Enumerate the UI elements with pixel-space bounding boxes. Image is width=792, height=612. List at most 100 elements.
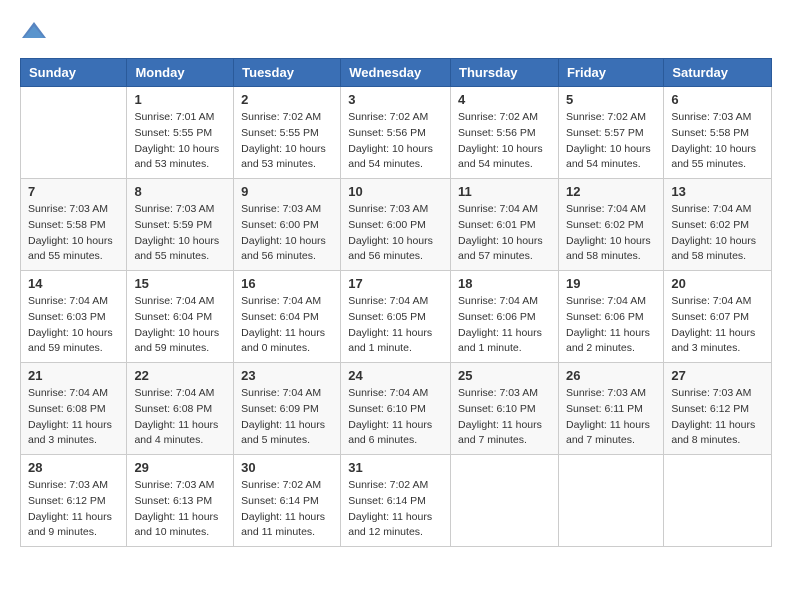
day-number: 7 xyxy=(28,184,119,199)
day-number: 20 xyxy=(671,276,764,291)
day-number: 11 xyxy=(458,184,551,199)
day-number: 19 xyxy=(566,276,656,291)
day-number: 23 xyxy=(241,368,333,383)
calendar-cell xyxy=(21,87,127,179)
day-info: Sunrise: 7:03 AM Sunset: 5:58 PM Dayligh… xyxy=(671,110,764,173)
day-number: 29 xyxy=(134,460,226,475)
day-number: 31 xyxy=(348,460,443,475)
calendar-cell: 20 Sunrise: 7:04 AM Sunset: 6:07 PM Dayli… xyxy=(664,271,772,363)
day-number: 22 xyxy=(134,368,226,383)
calendar-cell xyxy=(451,455,559,547)
day-number: 9 xyxy=(241,184,333,199)
calendar-cell xyxy=(664,455,772,547)
day-number: 13 xyxy=(671,184,764,199)
calendar-cell: 5 Sunrise: 7:02 AM Sunset: 5:57 PM Daylig… xyxy=(558,87,663,179)
day-number: 5 xyxy=(566,92,656,107)
day-number: 3 xyxy=(348,92,443,107)
day-info: Sunrise: 7:03 AM Sunset: 6:11 PM Dayligh… xyxy=(566,386,656,449)
day-info: Sunrise: 7:04 AM Sunset: 6:06 PM Dayligh… xyxy=(458,294,551,357)
day-number: 21 xyxy=(28,368,119,383)
day-info: Sunrise: 7:01 AM Sunset: 5:55 PM Dayligh… xyxy=(134,110,226,173)
calendar-cell xyxy=(558,455,663,547)
day-info: Sunrise: 7:04 AM Sunset: 6:02 PM Dayligh… xyxy=(566,202,656,265)
calendar-cell: 10 Sunrise: 7:03 AM Sunset: 6:00 PM Dayli… xyxy=(341,179,451,271)
calendar-cell: 18Sunrise: 7:04 AM Sunset: 6:06 PM Dayli… xyxy=(451,271,559,363)
day-of-week-header: Thursday xyxy=(451,59,559,87)
day-number: 26 xyxy=(566,368,656,383)
day-info: Sunrise: 7:04 AM Sunset: 6:04 PM Dayligh… xyxy=(134,294,226,357)
day-info: Sunrise: 7:02 AM Sunset: 6:14 PM Dayligh… xyxy=(241,478,333,541)
day-info: Sunrise: 7:03 AM Sunset: 6:12 PM Dayligh… xyxy=(28,478,119,541)
day-info: Sunrise: 7:04 AM Sunset: 6:08 PM Dayligh… xyxy=(134,386,226,449)
day-info: Sunrise: 7:02 AM Sunset: 5:56 PM Dayligh… xyxy=(458,110,551,173)
calendar-week-row: 21 Sunrise: 7:04 AM Sunset: 6:08 PM Dayli… xyxy=(21,363,772,455)
day-info: Sunrise: 7:02 AM Sunset: 5:55 PM Dayligh… xyxy=(241,110,333,173)
day-info: Sunrise: 7:04 AM Sunset: 6:03 PM Dayligh… xyxy=(28,294,119,357)
day-info: Sunrise: 7:04 AM Sunset: 6:10 PM Dayligh… xyxy=(348,386,443,449)
calendar-cell: 21Sunrise: 7:04 AM Sunset: 6:08 PM Dayli… xyxy=(21,363,127,455)
calendar-cell: 4 Sunrise: 7:02 AM Sunset: 5:56 PM Daylig… xyxy=(451,87,559,179)
day-info: Sunrise: 7:03 AM Sunset: 6:12 PM Dayligh… xyxy=(671,386,764,449)
calendar-cell: 2 Sunrise: 7:02 AM Sunset: 5:55 PM Daylig… xyxy=(234,87,341,179)
day-info: Sunrise: 7:03 AM Sunset: 6:00 PM Dayligh… xyxy=(241,202,333,265)
day-info: Sunrise: 7:04 AM Sunset: 6:02 PM Dayligh… xyxy=(671,202,764,265)
calendar-cell: 1 Sunrise: 7:01 AM Sunset: 5:55 PM Daylig… xyxy=(127,87,234,179)
day-number: 28 xyxy=(28,460,119,475)
calendar-cell: 27 Sunrise: 7:03 AM Sunset: 6:12 PM Dayli… xyxy=(664,363,772,455)
calendar-cell: 7Sunrise: 7:03 AM Sunset: 5:58 PM Daylig… xyxy=(21,179,127,271)
calendar-cell: 19 Sunrise: 7:04 AM Sunset: 6:06 PM Dayli… xyxy=(558,271,663,363)
calendar-week-row: 14 Sunrise: 7:04 AM Sunset: 6:03 PM Dayli… xyxy=(21,271,772,363)
calendar-cell: 3 Sunrise: 7:02 AM Sunset: 5:56 PM Daylig… xyxy=(341,87,451,179)
day-of-week-header: Wednesday xyxy=(341,59,451,87)
calendar-cell: 22 Sunrise: 7:04 AM Sunset: 6:08 PM Dayli… xyxy=(127,363,234,455)
day-info: Sunrise: 7:03 AM Sunset: 6:00 PM Dayligh… xyxy=(348,202,443,265)
day-number: 12 xyxy=(566,184,656,199)
day-number: 8 xyxy=(134,184,226,199)
day-info: Sunrise: 7:04 AM Sunset: 6:09 PM Dayligh… xyxy=(241,386,333,449)
day-number: 24 xyxy=(348,368,443,383)
day-number: 15 xyxy=(134,276,226,291)
calendar-cell: 6 Sunrise: 7:03 AM Sunset: 5:58 PM Daylig… xyxy=(664,87,772,179)
day-number: 16 xyxy=(241,276,333,291)
day-number: 30 xyxy=(241,460,333,475)
page-header xyxy=(20,20,772,42)
day-number: 27 xyxy=(671,368,764,383)
day-info: Sunrise: 7:04 AM Sunset: 6:05 PM Dayligh… xyxy=(348,294,443,357)
day-of-week-header: Saturday xyxy=(664,59,772,87)
calendar-cell: 15 Sunrise: 7:04 AM Sunset: 6:04 PM Dayli… xyxy=(127,271,234,363)
calendar-cell: 25 Sunrise: 7:03 AM Sunset: 6:10 PM Dayli… xyxy=(451,363,559,455)
calendar-cell: 26 Sunrise: 7:03 AM Sunset: 6:11 PM Dayli… xyxy=(558,363,663,455)
calendar-week-row: 28 Sunrise: 7:03 AM Sunset: 6:12 PM Dayli… xyxy=(21,455,772,547)
day-info: Sunrise: 7:02 AM Sunset: 6:14 PM Dayligh… xyxy=(348,478,443,541)
calendar-cell: 9 Sunrise: 7:03 AM Sunset: 6:00 PM Daylig… xyxy=(234,179,341,271)
day-of-week-header: Friday xyxy=(558,59,663,87)
calendar-week-row: 1 Sunrise: 7:01 AM Sunset: 5:55 PM Daylig… xyxy=(21,87,772,179)
calendar-cell: 12 Sunrise: 7:04 AM Sunset: 6:02 PM Dayli… xyxy=(558,179,663,271)
calendar-cell: 17Sunrise: 7:04 AM Sunset: 6:05 PM Dayli… xyxy=(341,271,451,363)
day-info: Sunrise: 7:03 AM Sunset: 6:13 PM Dayligh… xyxy=(134,478,226,541)
day-number: 1 xyxy=(134,92,226,107)
calendar-cell: 13 Sunrise: 7:04 AM Sunset: 6:02 PM Dayli… xyxy=(664,179,772,271)
day-number: 4 xyxy=(458,92,551,107)
day-info: Sunrise: 7:04 AM Sunset: 6:06 PM Dayligh… xyxy=(566,294,656,357)
calendar-week-row: 7Sunrise: 7:03 AM Sunset: 5:58 PM Daylig… xyxy=(21,179,772,271)
day-info: Sunrise: 7:04 AM Sunset: 6:07 PM Dayligh… xyxy=(671,294,764,357)
day-number: 14 xyxy=(28,276,119,291)
day-info: Sunrise: 7:04 AM Sunset: 6:01 PM Dayligh… xyxy=(458,202,551,265)
day-number: 25 xyxy=(458,368,551,383)
day-info: Sunrise: 7:04 AM Sunset: 6:04 PM Dayligh… xyxy=(241,294,333,357)
calendar-cell: 23 Sunrise: 7:04 AM Sunset: 6:09 PM Dayli… xyxy=(234,363,341,455)
calendar-cell: 30 Sunrise: 7:02 AM Sunset: 6:14 PM Dayli… xyxy=(234,455,341,547)
calendar-cell: 31 Sunrise: 7:02 AM Sunset: 6:14 PM Dayli… xyxy=(341,455,451,547)
day-number: 6 xyxy=(671,92,764,107)
calendar-cell: 28 Sunrise: 7:03 AM Sunset: 6:12 PM Dayli… xyxy=(21,455,127,547)
day-number: 2 xyxy=(241,92,333,107)
day-number: 10 xyxy=(348,184,443,199)
day-of-week-header: Monday xyxy=(127,59,234,87)
day-info: Sunrise: 7:03 AM Sunset: 6:10 PM Dayligh… xyxy=(458,386,551,449)
day-info: Sunrise: 7:02 AM Sunset: 5:56 PM Dayligh… xyxy=(348,110,443,173)
day-info: Sunrise: 7:02 AM Sunset: 5:57 PM Dayligh… xyxy=(566,110,656,173)
day-info: Sunrise: 7:03 AM Sunset: 5:59 PM Dayligh… xyxy=(134,202,226,265)
logo-icon xyxy=(20,20,48,42)
logo xyxy=(20,20,52,42)
